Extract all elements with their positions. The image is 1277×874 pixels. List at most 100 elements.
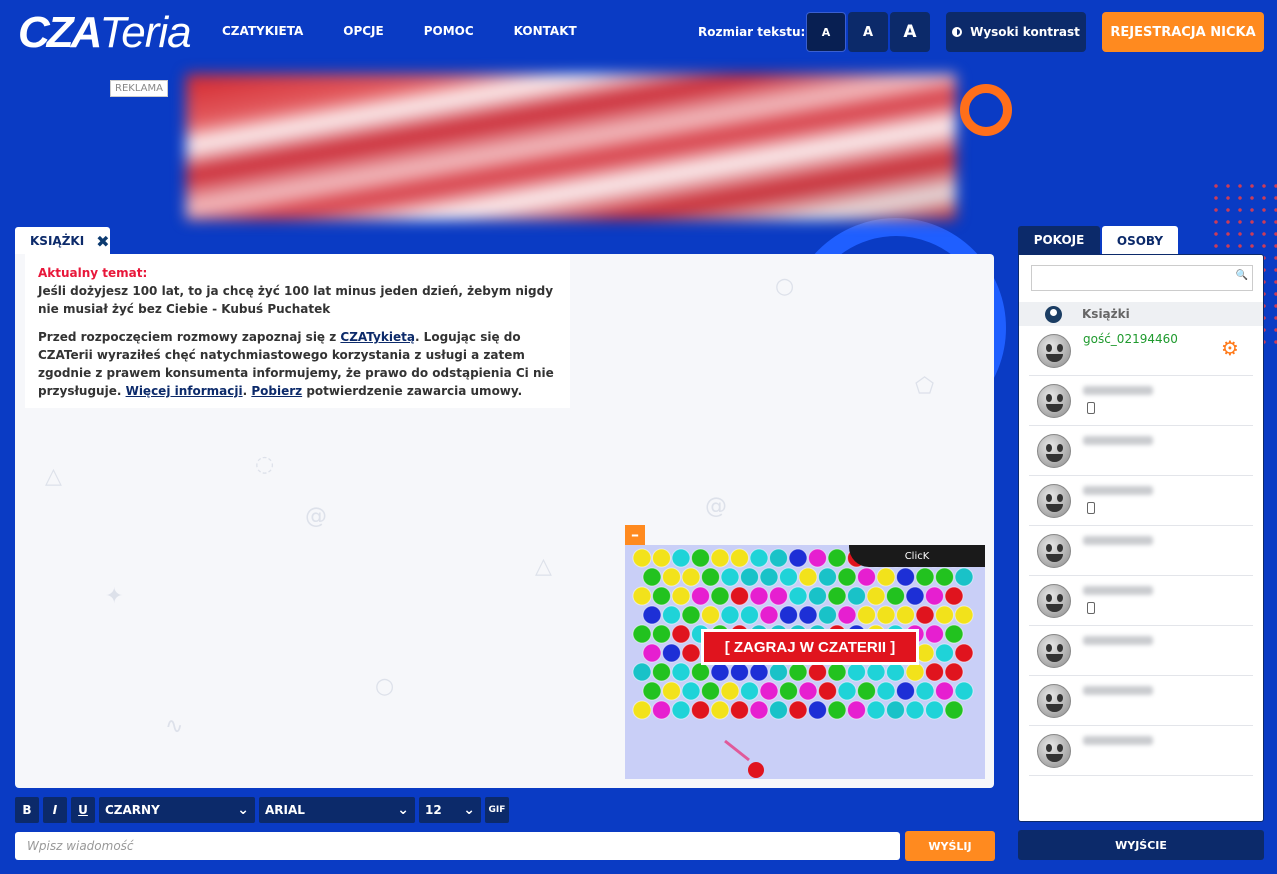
message-input[interactable]	[15, 832, 900, 860]
user-list-item[interactable]	[1029, 626, 1253, 676]
user-name[interactable]: gość_02194460	[1083, 332, 1178, 346]
user-list-item[interactable]	[1029, 576, 1253, 626]
game-bubble	[896, 605, 915, 625]
smiley-avatar-icon	[1037, 334, 1071, 368]
game-bubble	[808, 586, 827, 606]
text-size-large-button[interactable]: A	[890, 12, 930, 52]
gif-button[interactable]: GIF	[485, 797, 509, 823]
ad-banner[interactable]	[186, 74, 956, 220]
font-select[interactable]: ARIAL ⌄	[259, 797, 415, 823]
game-bubble	[915, 567, 935, 587]
smiley-avatar-icon	[1037, 434, 1071, 468]
game-ad[interactable]: ClicK [ ZAGRAJ W CZATERII ]	[625, 545, 985, 779]
doodle-star-icon: ✦	[105, 584, 124, 609]
game-bubble	[925, 624, 944, 644]
game-bubble	[857, 605, 876, 625]
user-list-item[interactable]	[1029, 426, 1253, 476]
game-bubble	[886, 700, 905, 720]
game-bubble	[652, 662, 671, 682]
bold-button[interactable]: B	[15, 797, 39, 823]
game-bubble	[876, 605, 896, 625]
text-size-small-button[interactable]: A	[806, 12, 846, 52]
game-bubble	[710, 662, 730, 682]
italic-button[interactable]: I	[43, 797, 67, 823]
game-bubble	[876, 681, 896, 701]
game-bubble	[671, 548, 691, 568]
game-bubble	[710, 700, 730, 720]
topic-box: Aktualny temat: Jeśli dożyjesz 100 lat, …	[25, 254, 570, 408]
close-icon[interactable]: ✖	[96, 232, 109, 251]
game-bubble	[671, 662, 691, 682]
text-size-medium-button[interactable]: A	[848, 12, 888, 52]
game-bubble	[730, 586, 749, 606]
register-nick-button[interactable]: REJESTRACJA NICKA	[1102, 12, 1264, 52]
gear-icon[interactable]: ⚙	[1221, 338, 1239, 358]
exit-button[interactable]: WYJŚCIE	[1018, 830, 1264, 860]
nav-pomoc[interactable]: POMOC	[424, 24, 474, 38]
game-bubble	[818, 567, 837, 587]
smiley-avatar-icon	[1037, 634, 1071, 668]
nav-kontakt[interactable]: KONTAKT	[514, 24, 577, 38]
underline-button[interactable]: U	[71, 797, 95, 823]
game-bubble	[632, 624, 652, 644]
game-bubble	[954, 605, 974, 625]
doodle-swirl-icon: ◌	[255, 452, 275, 477]
topic-text: Jeśli dożyjesz 100 lat, to ja chcę żyć 1…	[38, 284, 554, 316]
user-name[interactable]	[1083, 636, 1153, 645]
user-list-item[interactable]	[1029, 476, 1253, 526]
game-bubble	[662, 681, 681, 701]
game-click-banner[interactable]: ClicK	[849, 545, 985, 567]
user-name[interactable]	[1083, 536, 1153, 545]
chevron-down-icon: ⌄	[237, 802, 249, 818]
user-list-item[interactable]	[1029, 376, 1253, 426]
game-bubble	[759, 605, 779, 625]
more-info-link[interactable]: Więcej informacji	[126, 384, 243, 398]
nav-czatykieta[interactable]: CZATYKIETA	[222, 24, 303, 38]
game-bubble	[769, 548, 788, 568]
game-bubble	[915, 681, 935, 701]
user-list-item[interactable]	[1029, 676, 1253, 726]
minimize-game-button[interactable]: –	[625, 525, 645, 545]
nav-opcje[interactable]: OPCJE	[343, 24, 383, 38]
game-bubble	[671, 700, 691, 720]
logo[interactable]: CZATeria	[18, 8, 192, 58]
game-bubble	[954, 567, 974, 587]
user-search-input[interactable]: 🔍	[1031, 265, 1253, 291]
game-bubble	[642, 567, 662, 587]
user-list-item[interactable]: gość_02194460 ⚙	[1029, 326, 1253, 376]
user-name[interactable]	[1083, 486, 1153, 495]
play-game-button[interactable]: [ ZAGRAJ W CZATERII ]	[701, 629, 919, 665]
game-bubble	[652, 624, 671, 644]
tab-rooms[interactable]: POKOJE	[1018, 226, 1100, 254]
download-link[interactable]: Pobierz	[251, 384, 302, 398]
game-bubble	[769, 586, 788, 606]
user-name[interactable]	[1083, 586, 1153, 595]
user-name[interactable]	[1083, 436, 1153, 445]
game-aim-arrow	[724, 739, 750, 762]
color-select[interactable]: CZARNY ⌄	[99, 797, 255, 823]
people-panel: 🔍 Książki gość_02194460 ⚙	[1018, 254, 1264, 822]
game-bubble	[632, 700, 652, 720]
game-bubble	[837, 567, 857, 587]
tab-people[interactable]: OSOBY	[1102, 226, 1178, 255]
font-size-select[interactable]: 12 ⌄	[419, 797, 481, 823]
legal-notice: Przed rozpoczęciem rozmowy zapoznaj się …	[38, 330, 554, 398]
mobile-phone-icon	[1087, 402, 1095, 414]
doodle-wave-icon: ∿	[165, 714, 184, 739]
user-name[interactable]	[1083, 736, 1153, 745]
user-list-item[interactable]	[1029, 726, 1253, 776]
game-bubble	[632, 662, 652, 682]
doodle-triangle-icon: △	[535, 554, 552, 579]
game-bubble	[701, 605, 720, 625]
czatykieta-link[interactable]: CZATykietą	[340, 330, 415, 344]
tab-room-ksiazki[interactable]: KSIĄŻKI ✖	[15, 227, 110, 255]
send-button[interactable]: WYŚLIJ	[905, 831, 995, 861]
game-bubble	[866, 586, 886, 606]
game-bubble	[749, 548, 769, 568]
user-name[interactable]	[1083, 686, 1153, 695]
user-name[interactable]	[1083, 386, 1153, 395]
user-list-item[interactable]	[1029, 526, 1253, 576]
game-bubble	[808, 662, 827, 682]
doodle-circle-icon: ○	[375, 674, 395, 699]
high-contrast-button[interactable]: Wysoki kontrast	[946, 12, 1086, 52]
